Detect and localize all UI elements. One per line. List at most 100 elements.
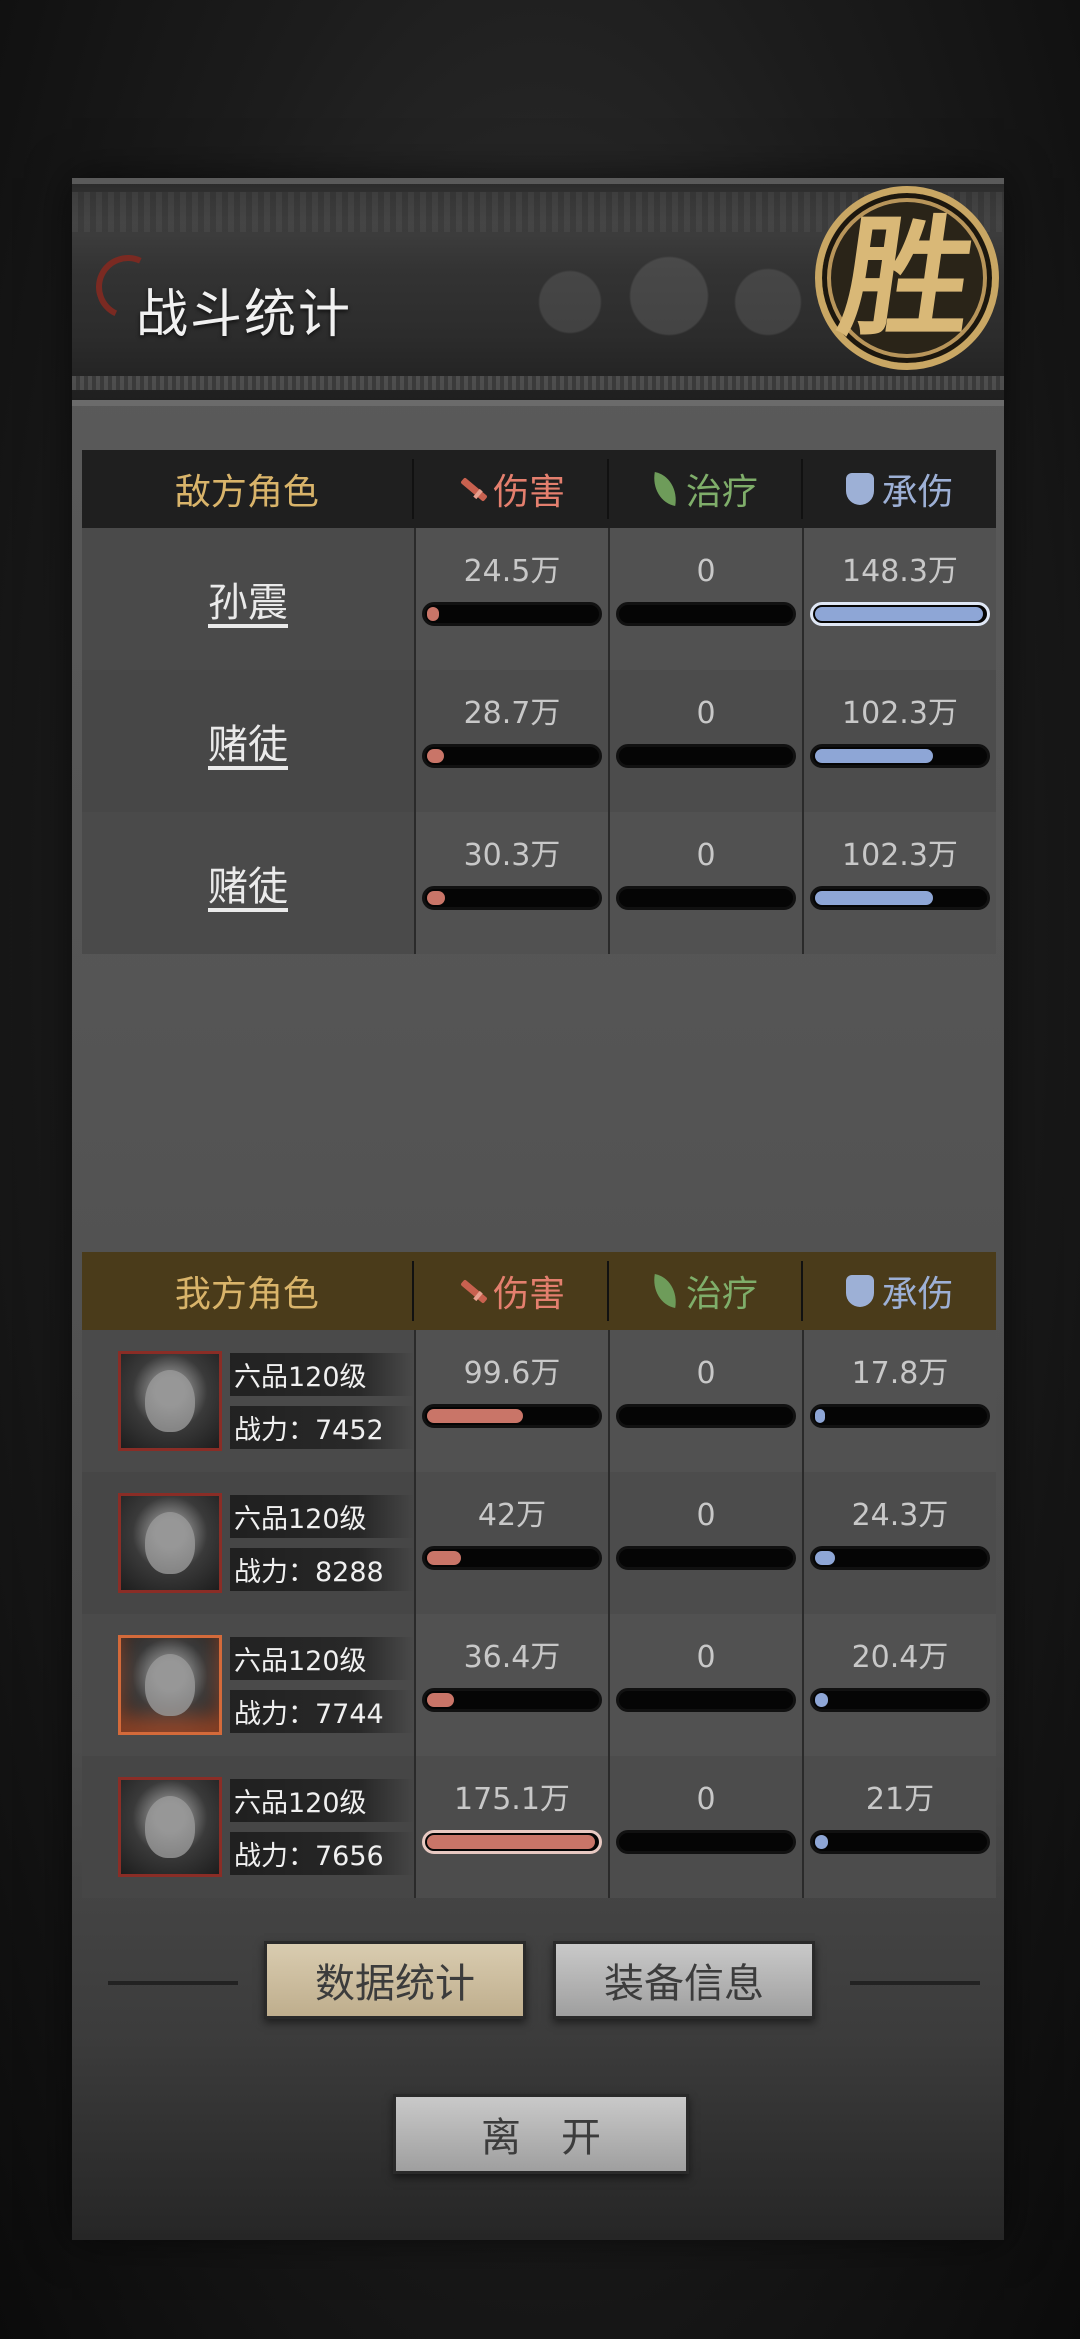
- taken-bar: [810, 1830, 990, 1854]
- ally-table: 我方角色 伤害 治疗 承伤 六品120级 战力：7452 99.6万 0 17.8万 六品…: [82, 1252, 996, 1898]
- page-title: 战斗统计: [136, 285, 353, 345]
- taken-value: 102.3万: [842, 696, 958, 731]
- taken-cell: 24.3万: [802, 1472, 996, 1614]
- damage-value: 36.4万: [463, 1640, 561, 1675]
- data-stats-tab[interactable]: 数据统计: [264, 1941, 526, 2019]
- shield-icon: [845, 473, 874, 505]
- hero-face-icon: [145, 1654, 195, 1716]
- enemy-name-link[interactable]: 孙震: [82, 528, 414, 670]
- damage-bar-fill: [427, 1409, 523, 1423]
- damage-bar-fill: [427, 1835, 595, 1849]
- hero-cell: 六品120级 战力：7744: [82, 1614, 414, 1756]
- damage-bar-fill: [427, 891, 446, 905]
- hero-rank: 六品120级: [230, 1637, 414, 1680]
- damage-bar-fill: [427, 749, 444, 763]
- taken-bar: [810, 602, 990, 626]
- enemy-row: 赌徒 28.7万 0 102.3万: [82, 670, 996, 812]
- damage-cell: 175.1万: [414, 1756, 608, 1898]
- hero-rank: 六品120级: [230, 1353, 414, 1396]
- heal-value: 0: [696, 1782, 716, 1817]
- heal-value: 0: [696, 696, 716, 731]
- damage-value: 30.3万: [463, 838, 561, 873]
- heal-value: 0: [696, 554, 716, 589]
- damage-cell: 28.7万: [414, 670, 608, 812]
- hero-portrait[interactable]: [118, 1635, 222, 1735]
- damage-bar: [422, 744, 602, 768]
- enemy-column-label: 敌方角色: [174, 472, 319, 513]
- heal-value: 0: [696, 1356, 716, 1391]
- damage-bar: [422, 1404, 602, 1428]
- heal-cell: 0: [608, 528, 802, 670]
- taken-bar: [810, 1404, 990, 1428]
- hero-portrait[interactable]: [118, 1351, 222, 1451]
- taken-cell: 21万: [802, 1756, 996, 1898]
- hero-portrait[interactable]: [118, 1777, 222, 1877]
- taken-value: 102.3万: [842, 838, 958, 873]
- ally-row: 六品120级 战力：8288 42万 0 24.3万: [82, 1472, 996, 1614]
- enemy-name-link[interactable]: 赌徒: [82, 812, 414, 954]
- divider-right: [850, 1981, 980, 1985]
- taken-bar-fill: [815, 1835, 829, 1849]
- damage-value: 175.1万: [454, 1782, 570, 1817]
- heal-value: 0: [696, 1498, 716, 1533]
- leave-button[interactable]: 离开: [393, 2094, 689, 2174]
- heal-cell: 0: [608, 670, 802, 812]
- enemy-table-header: 敌方角色 伤害 治疗 承伤: [82, 450, 996, 528]
- taken-bar-fill: [815, 891, 933, 905]
- ally-rows: 六品120级 战力：7452 99.6万 0 17.8万六品120级 战力：8288 42万…: [82, 1330, 996, 1898]
- hero-info: 六品120级 战力：7656: [230, 1779, 414, 1875]
- damage-cell: 30.3万: [414, 812, 608, 954]
- damage-value: 24.5万: [463, 554, 561, 589]
- heal-column-header: 治疗: [606, 1261, 802, 1321]
- taken-bar: [810, 1546, 990, 1570]
- taken-value: 20.4万: [851, 1640, 949, 1675]
- hero-info: 六品120级 战力：8288: [230, 1495, 414, 1591]
- ally-row: 六品120级 战力：7744 36.4万 0 20.4万: [82, 1614, 996, 1756]
- hero-cell: 六品120级 战力：7452: [82, 1330, 414, 1472]
- hero-face-icon: [145, 1512, 195, 1574]
- damage-cell: 99.6万: [414, 1330, 608, 1472]
- hero-power: 战力：7452: [230, 1406, 414, 1449]
- ally-table-header: 我方角色 伤害 治疗 承伤: [82, 1252, 996, 1330]
- heal-cell: 0: [608, 1330, 802, 1472]
- hero-cell: 六品120级 战力：8288: [82, 1472, 414, 1614]
- taken-value: 148.3万: [842, 554, 958, 589]
- heal-bar: [616, 1830, 796, 1854]
- heal-value: 0: [696, 838, 716, 873]
- taken-value: 24.3万: [851, 1498, 949, 1533]
- damage-cell: 36.4万: [414, 1614, 608, 1756]
- heal-bar: [616, 744, 796, 768]
- hero-rank: 六品120级: [230, 1779, 414, 1822]
- cloud-ornament: [504, 242, 834, 362]
- damage-cell: 42万: [414, 1472, 608, 1614]
- damage-bar-fill: [427, 1693, 454, 1707]
- taken-value: 17.8万: [851, 1356, 949, 1391]
- heal-column-header: 治疗: [606, 459, 802, 519]
- taken-cell: 20.4万: [802, 1614, 996, 1756]
- enemy-row: 孙震 24.5万 0 148.3万: [82, 528, 996, 670]
- heal-value: 0: [696, 1640, 716, 1675]
- header-ornament-bottom: [72, 376, 1004, 390]
- heal-bar: [616, 886, 796, 910]
- enemy-name-link[interactable]: 赌徒: [82, 670, 414, 812]
- heal-bar: [616, 1688, 796, 1712]
- equipment-info-tab[interactable]: 装备信息: [553, 1941, 815, 2019]
- hero-rank: 六品120级: [230, 1495, 414, 1538]
- hero-info: 六品120级 战力：7452: [230, 1353, 414, 1449]
- damage-bar: [422, 602, 602, 626]
- damage-value: 99.6万: [463, 1356, 561, 1391]
- heal-bar: [616, 1546, 796, 1570]
- taken-cell: 148.3万: [802, 528, 996, 670]
- ally-row: 六品120级 战力：7656 175.1万 0 21万: [82, 1756, 996, 1898]
- damage-value: 42万: [477, 1498, 547, 1533]
- damage-bar: [422, 1830, 602, 1854]
- leaf-icon: [649, 471, 681, 507]
- tab-button-row: 数据统计 装备信息: [0, 1935, 1080, 2025]
- hero-power: 战力：7656: [230, 1832, 414, 1875]
- hero-cell: 六品120级 战力：7656: [82, 1756, 414, 1898]
- heal-cell: 0: [608, 1756, 802, 1898]
- taken-bar-fill: [815, 1551, 836, 1565]
- damage-column-header: 伤害: [411, 459, 607, 519]
- hero-portrait[interactable]: [118, 1493, 222, 1593]
- heal-cell: 0: [608, 812, 802, 954]
